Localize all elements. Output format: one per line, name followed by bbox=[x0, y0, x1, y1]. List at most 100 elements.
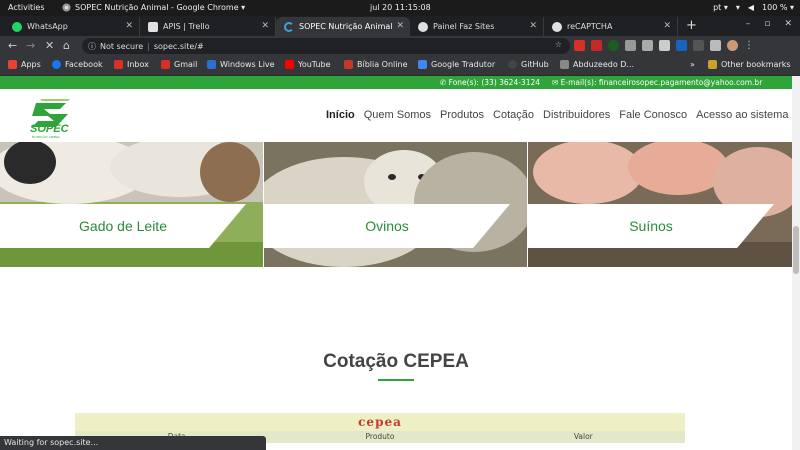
logo-tagline: NUTRIÇÃO ANIMAL bbox=[32, 135, 61, 139]
bookmark-label: GitHub bbox=[521, 60, 549, 69]
banner-ovinos[interactable]: Ovinos bbox=[264, 142, 527, 267]
bookmark-label: Facebook bbox=[65, 60, 103, 69]
tab-recaptcha[interactable]: reCAPTCHA ✕ bbox=[544, 17, 678, 36]
column-header-valor: Valor bbox=[573, 432, 593, 441]
category-banners: Gado de Leite Ovinos Suínos bbox=[0, 142, 792, 267]
menu-item-distribuidores[interactable]: Distribuidores bbox=[543, 109, 610, 121]
close-icon[interactable]: ✕ bbox=[663, 21, 671, 31]
cepea-table-header: cepea bbox=[75, 413, 685, 431]
tab-whatsapp[interactable]: WhatsApp ✕ bbox=[4, 17, 140, 36]
battery-label[interactable]: 100 % ▾ bbox=[762, 3, 794, 12]
address-bar[interactable]: ⓘ Not secure | sopec.site/# ☆ bbox=[82, 38, 570, 54]
language-indicator[interactable]: pt ▾ bbox=[713, 3, 728, 12]
other-bookmarks[interactable]: Other bookmarks bbox=[708, 60, 791, 69]
extension-icon[interactable] bbox=[693, 40, 704, 51]
bookmark-youtube[interactable]: YouTube bbox=[285, 60, 331, 69]
tab-label: WhatsApp bbox=[27, 22, 68, 31]
menu-item-inicio[interactable]: Início bbox=[326, 109, 355, 121]
extension-icon[interactable] bbox=[659, 40, 670, 51]
phone-info: ✆ Fone(s): (33) 3624-3124 bbox=[440, 78, 541, 87]
banner-suinos[interactable]: Suínos bbox=[528, 142, 792, 267]
bookmark-biblia[interactable]: Bíblia Online bbox=[344, 60, 407, 69]
bookmark-star-icon[interactable]: ☆ bbox=[555, 40, 562, 49]
network-icon: ▾ bbox=[735, 3, 740, 12]
tab-sopec[interactable]: SOPEC Nutrição Animal ✕ bbox=[276, 17, 410, 36]
maximize-icon[interactable]: ▫ bbox=[764, 19, 770, 29]
forward-button[interactable]: → bbox=[26, 39, 35, 52]
logo-text: SOPEC bbox=[30, 123, 69, 135]
tab-label: reCAPTCHA bbox=[567, 22, 613, 31]
bookmark-facebook[interactable]: Facebook bbox=[52, 60, 103, 69]
extension-icon[interactable] bbox=[642, 40, 653, 51]
bookmark-windows-live[interactable]: Windows Live bbox=[207, 60, 275, 69]
new-tab-button[interactable]: + bbox=[686, 18, 697, 33]
system-tray[interactable]: pt ▾ ▾ ◀ 100 % ▾ bbox=[713, 3, 794, 12]
sopec-logo[interactable]: SOPEC NUTRIÇÃO ANIMAL bbox=[26, 95, 82, 139]
cepea-logo[interactable]: cepea bbox=[358, 415, 402, 429]
kebab-menu-icon[interactable]: ⋮ bbox=[744, 40, 754, 51]
url-text: sopec.site/# bbox=[153, 41, 204, 51]
globe-icon bbox=[552, 21, 562, 32]
bookmark-label: Abduzeedo D... bbox=[573, 60, 635, 69]
bookmark-github[interactable]: GitHub bbox=[508, 60, 549, 69]
menu-item-quem-somos[interactable]: Quem Somos bbox=[364, 109, 431, 121]
close-icon[interactable]: ✕ bbox=[125, 21, 133, 31]
menu-item-fale-conosco[interactable]: Fale Conosco bbox=[619, 109, 687, 121]
close-icon[interactable]: ✕ bbox=[396, 21, 404, 31]
app-menu[interactable]: SOPEC Nutrição Animal - Google Chrome ▾ bbox=[62, 3, 245, 12]
close-window-icon[interactable]: ✕ bbox=[784, 19, 792, 29]
home-button[interactable]: ⌂ bbox=[63, 39, 70, 52]
whatsapp-icon bbox=[12, 21, 22, 32]
title-underline bbox=[378, 379, 414, 381]
info-icon[interactable]: ⓘ bbox=[88, 41, 96, 52]
globe-icon bbox=[418, 21, 428, 32]
bookmark-inbox[interactable]: Inbox bbox=[114, 60, 149, 69]
more-bookmarks-button[interactable]: » bbox=[690, 60, 695, 69]
adblock-icon[interactable] bbox=[574, 40, 585, 51]
bookmark-google-tradutor[interactable]: Google Tradutor bbox=[418, 60, 495, 69]
avatar[interactable] bbox=[727, 40, 738, 51]
section-title: Cotação CEPEA bbox=[323, 351, 469, 372]
trello-icon bbox=[148, 21, 158, 32]
youtube-icon bbox=[285, 60, 294, 69]
volume-icon: ◀ bbox=[747, 3, 755, 12]
close-icon[interactable]: ✕ bbox=[261, 21, 269, 31]
loading-spinner-icon bbox=[284, 21, 294, 32]
menu-item-cotacao[interactable]: Cotação bbox=[493, 109, 534, 121]
email-info[interactable]: ✉ E-mail(s): financeirosopec.pagamento@y… bbox=[552, 78, 762, 87]
page-scrollbar[interactable] bbox=[792, 76, 800, 450]
menu-item-produtos[interactable]: Produtos bbox=[440, 109, 484, 121]
extension-icon[interactable] bbox=[676, 40, 687, 51]
tab-label: APIS | Trello bbox=[163, 22, 210, 31]
scrollbar-thumb[interactable] bbox=[793, 226, 799, 274]
activities-button[interactable]: Activities bbox=[8, 3, 45, 12]
status-bubble: Waiting for sopec.site... bbox=[0, 436, 266, 450]
gmail-icon bbox=[161, 60, 170, 69]
back-button[interactable]: ← bbox=[8, 39, 17, 52]
facebook-icon bbox=[52, 60, 61, 69]
minimize-icon[interactable]: – bbox=[746, 19, 751, 29]
menu-item-acesso-sistema[interactable]: Acesso ao sistema bbox=[696, 109, 788, 121]
security-label: Not secure bbox=[100, 41, 144, 51]
tab-painel[interactable]: Painel Faz Sites ✕ bbox=[410, 17, 544, 36]
stop-loading-button[interactable]: ✕ bbox=[45, 39, 54, 52]
clock[interactable]: jul 20 11:15:08 bbox=[370, 3, 431, 12]
bookmark-label: Gmail bbox=[174, 60, 198, 69]
close-icon[interactable]: ✕ bbox=[529, 21, 537, 31]
bookmark-apps[interactable]: Apps bbox=[8, 60, 41, 69]
banner-gado-de-leite[interactable]: Gado de Leite bbox=[0, 142, 263, 267]
pdf-extension-icon[interactable] bbox=[591, 40, 602, 51]
bookmark-abduzeedo[interactable]: Abduzeedo D... bbox=[560, 60, 634, 69]
apps-grid-icon bbox=[8, 60, 17, 69]
bookmark-gmail[interactable]: Gmail bbox=[161, 60, 197, 69]
banner-label-suinos: Suínos bbox=[528, 204, 774, 248]
tab-trello[interactable]: APIS | Trello ✕ bbox=[140, 17, 276, 36]
navigation-toolbar: ← → ✕ ⌂ ⓘ Not secure | sopec.site/# ☆ ⋮ bbox=[0, 36, 800, 56]
window-controls: – ▫ ✕ bbox=[746, 19, 792, 29]
translate-icon bbox=[418, 60, 427, 69]
puzzle-icon[interactable] bbox=[710, 40, 721, 51]
app-title: SOPEC Nutrição Animal - Google Chrome ▾ bbox=[75, 3, 246, 12]
banner-label-ovinos: Ovinos bbox=[264, 204, 510, 248]
extension-icon[interactable] bbox=[608, 40, 619, 51]
vue-devtools-icon[interactable] bbox=[625, 40, 636, 51]
